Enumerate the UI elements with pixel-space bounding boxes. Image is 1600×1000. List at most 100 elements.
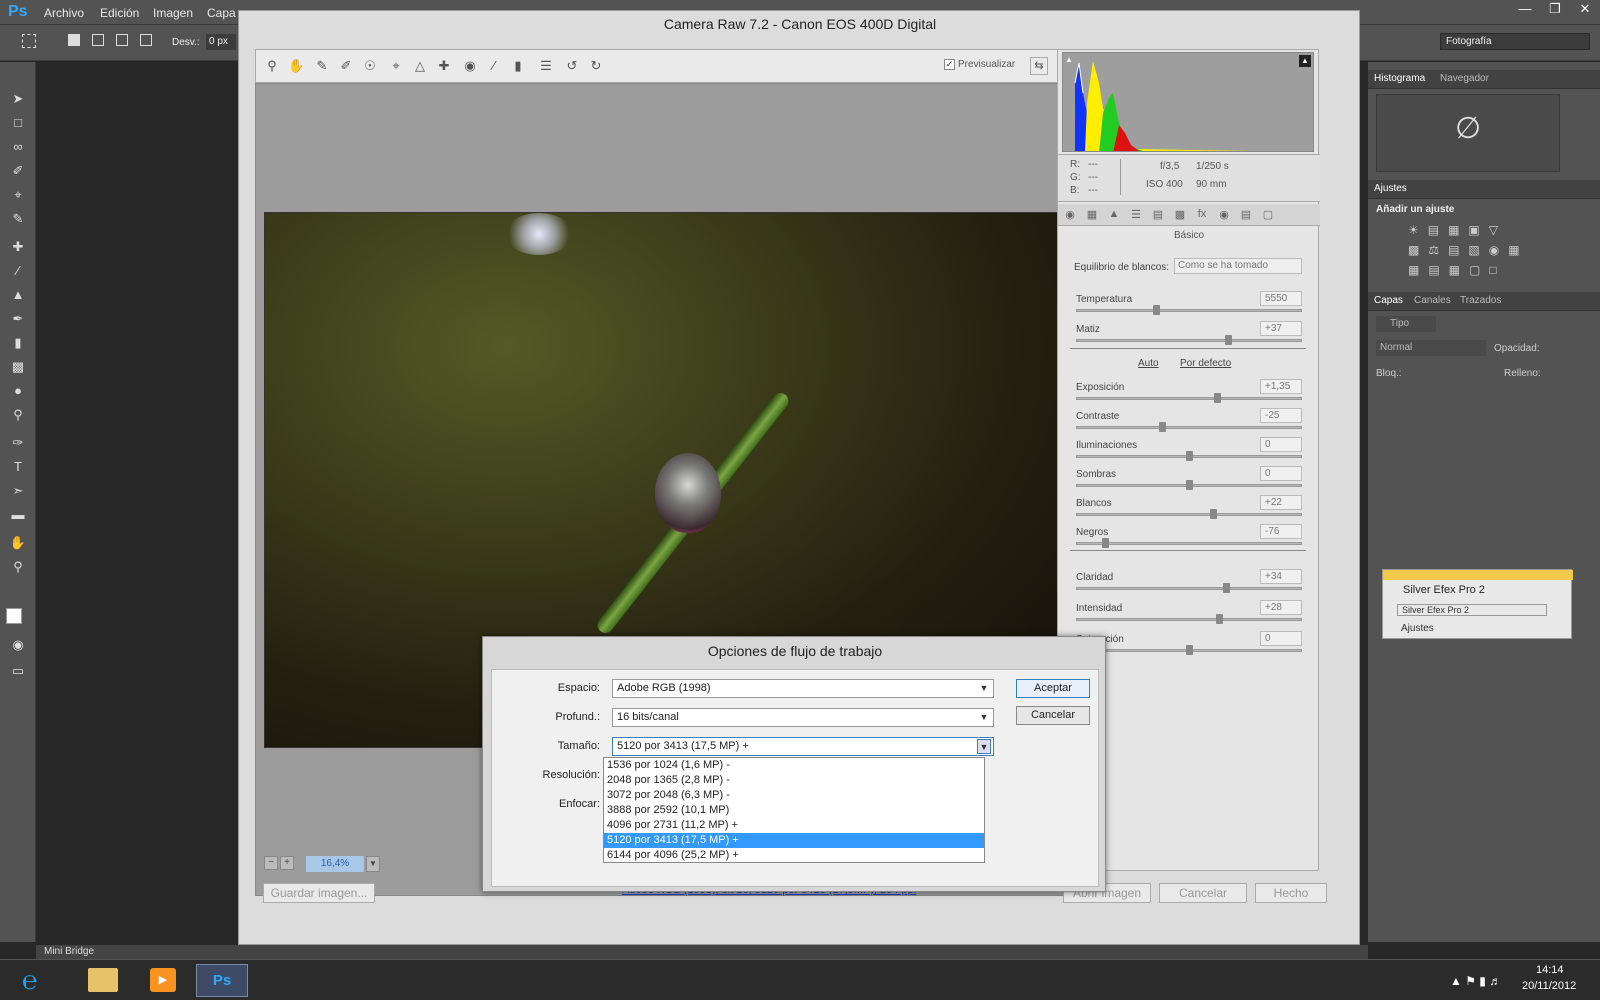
slider-thumb[interactable] xyxy=(1102,538,1110,548)
slider-blancos[interactable]: Blancos +22 xyxy=(1076,495,1302,526)
menu-imagen[interactable]: Imagen xyxy=(153,6,193,20)
blend-mode-select[interactable]: Normal xyxy=(1376,340,1486,356)
lens-icon[interactable]: ▩ xyxy=(1172,208,1188,222)
basic-panel-icon[interactable]: ◉ xyxy=(1062,208,1078,222)
crop-tool-icon[interactable]: ⌖ xyxy=(388,58,404,74)
tab-canales[interactable]: Canales xyxy=(1414,295,1451,306)
workflow-cancel-button[interactable]: Cancelar xyxy=(1016,706,1090,725)
espacio-select[interactable]: Adobe RGB (1998) ▼ xyxy=(612,679,994,698)
slider-track[interactable] xyxy=(1076,397,1302,400)
fullscreen-icon[interactable]: ⇆ xyxy=(1030,57,1048,75)
slider-value-input[interactable]: +28 xyxy=(1260,600,1302,615)
profund-select[interactable]: 16 bits/canal ▼ xyxy=(612,708,994,727)
media-player-icon[interactable]: ▶ xyxy=(150,968,176,992)
slider-contraste[interactable]: Contraste -25 xyxy=(1076,408,1302,439)
default-link[interactable]: Por defecto xyxy=(1180,358,1231,369)
preferences-icon[interactable]: ☰ xyxy=(538,58,554,74)
type-icon[interactable]: T xyxy=(8,458,28,476)
restore-icon[interactable]: ❐ xyxy=(1540,0,1570,20)
eyedropper-icon[interactable]: ✎ xyxy=(8,210,28,228)
tone-curve-icon[interactable]: ▦ xyxy=(1084,208,1100,222)
snapshots-icon[interactable]: ▢ xyxy=(1260,208,1276,222)
size-option[interactable]: 6144 por 4096 (25,2 MP) + xyxy=(604,848,984,863)
dodge-icon[interactable]: ⚲ xyxy=(8,406,28,424)
slider-thumb[interactable] xyxy=(1209,509,1217,519)
hand-tool-icon[interactable]: ✋ xyxy=(288,58,304,74)
size-option[interactable]: 5120 por 3413 (17,5 MP) + xyxy=(604,833,984,848)
hsl-icon[interactable]: ☰ xyxy=(1128,208,1144,222)
spot-removal-icon[interactable]: ✚ xyxy=(436,58,452,74)
slider-thumb[interactable] xyxy=(1152,305,1160,315)
slider-sombras[interactable]: Sombras 0 xyxy=(1076,466,1302,497)
mini-bridge-label[interactable]: Mini Bridge xyxy=(44,946,94,957)
slider-thumb[interactable] xyxy=(1213,393,1221,403)
graduated-filter-icon[interactable]: ▮ xyxy=(510,58,526,74)
auto-link[interactable]: Auto xyxy=(1138,358,1159,369)
zoom-icon[interactable]: ⚲ xyxy=(8,558,28,576)
zoom-tool-icon[interactable]: ⚲ xyxy=(264,58,280,74)
slider-matiz[interactable]: Matiz +37 xyxy=(1076,321,1302,352)
slider-track[interactable] xyxy=(1076,618,1302,621)
intersect-selection-icon[interactable] xyxy=(140,34,152,46)
tab-capas[interactable]: Capas xyxy=(1374,295,1403,306)
silver-efex-tab[interactable]: Ajustes xyxy=(1401,623,1434,634)
screen-mode-icon[interactable]: ▭ xyxy=(8,662,28,680)
split-toning-icon[interactable]: ▤ xyxy=(1150,208,1166,222)
slider-saturación[interactable]: Saturación0 xyxy=(1076,631,1302,662)
slider-thumb[interactable] xyxy=(1185,480,1193,490)
clock-time[interactable]: 14:14 xyxy=(1536,964,1564,976)
slider-track[interactable] xyxy=(1076,587,1302,590)
slider-thumb[interactable] xyxy=(1159,422,1167,432)
slider-intensidad[interactable]: Intensidad +28 xyxy=(1076,600,1302,631)
slider-value-input[interactable]: 5550 xyxy=(1260,291,1302,306)
close-icon[interactable]: ✕ xyxy=(1570,0,1600,20)
slider-value-input[interactable]: 0 xyxy=(1260,631,1302,646)
healing-brush-icon[interactable]: ✚ xyxy=(8,238,28,256)
adjustment-icons[interactable]: ☀▤▦▣▽ ▩⚖▤▧◉▦ ▦▤▦▢□ xyxy=(1408,220,1528,282)
tab-trazados[interactable]: Trazados xyxy=(1460,295,1501,306)
slider-value-input[interactable]: +34 xyxy=(1260,569,1302,584)
cancel-button[interactable]: Cancelar xyxy=(1159,883,1247,903)
add-selection-icon[interactable] xyxy=(92,34,104,46)
blur-icon[interactable]: ● xyxy=(8,382,28,400)
zoom-in-button[interactable]: + xyxy=(280,856,294,870)
slider-track[interactable] xyxy=(1076,542,1302,545)
silver-efex-item[interactable]: Silver Efex Pro 2 xyxy=(1397,604,1547,616)
slider-temperatura[interactable]: Temperatura 5550 xyxy=(1076,291,1302,322)
slider-thumb[interactable] xyxy=(1224,335,1232,345)
slider-value-input[interactable]: -76 xyxy=(1260,524,1302,539)
subtract-selection-icon[interactable] xyxy=(116,34,128,46)
stamp-icon[interactable]: ▲ xyxy=(8,286,28,304)
gradient-icon[interactable]: ▩ xyxy=(8,358,28,376)
slider-thumb[interactable] xyxy=(1185,451,1193,461)
menu-capa[interactable]: Capa xyxy=(207,6,236,20)
zoom-level[interactable]: 16,4% xyxy=(306,856,364,872)
slider-negros[interactable]: Negros -76 xyxy=(1076,524,1302,555)
wb-select[interactable]: Como se ha tomado xyxy=(1174,258,1302,274)
tray-icons[interactable]: ▲ ⚑ ▮ ♬ xyxy=(1450,974,1501,988)
color-sampler-icon[interactable]: ✐ xyxy=(338,58,354,74)
menu-edicion[interactable]: Edición xyxy=(100,6,139,20)
straighten-icon[interactable]: △ xyxy=(412,58,428,74)
minimize-icon[interactable]: — xyxy=(1510,0,1540,20)
pen-icon[interactable]: ✑ xyxy=(8,434,28,452)
slider-track[interactable] xyxy=(1076,513,1302,516)
detail-icon[interactable]: ▲ xyxy=(1106,208,1122,222)
slider-value-input[interactable]: 0 xyxy=(1260,466,1302,481)
quick-mask-icon[interactable]: ◉ xyxy=(8,636,28,654)
new-selection-icon[interactable] xyxy=(68,34,80,46)
highlight-clip-icon[interactable]: ▲ xyxy=(1299,55,1311,67)
shadow-clip-icon[interactable]: ▲ xyxy=(1065,55,1073,64)
camera-calibration-icon[interactable]: ◉ xyxy=(1216,208,1232,222)
crop-icon[interactable]: ⌖ xyxy=(8,186,28,204)
slider-track[interactable] xyxy=(1076,309,1302,312)
size-option[interactable]: 4096 por 2731 (11,2 MP) + xyxy=(604,818,984,833)
slider-track[interactable] xyxy=(1076,426,1302,429)
done-button[interactable]: Hecho xyxy=(1255,883,1327,903)
file-explorer-icon[interactable] xyxy=(88,968,118,992)
slider-exposición[interactable]: Exposición +1,35 xyxy=(1076,379,1302,410)
photoshop-taskbar-icon[interactable]: Ps xyxy=(196,964,248,997)
slider-iluminaciones[interactable]: Iluminaciones 0 xyxy=(1076,437,1302,468)
zoom-out-button[interactable]: − xyxy=(264,856,278,870)
tamano-select[interactable]: 5120 por 3413 (17,5 MP) + ▼ xyxy=(612,737,994,756)
